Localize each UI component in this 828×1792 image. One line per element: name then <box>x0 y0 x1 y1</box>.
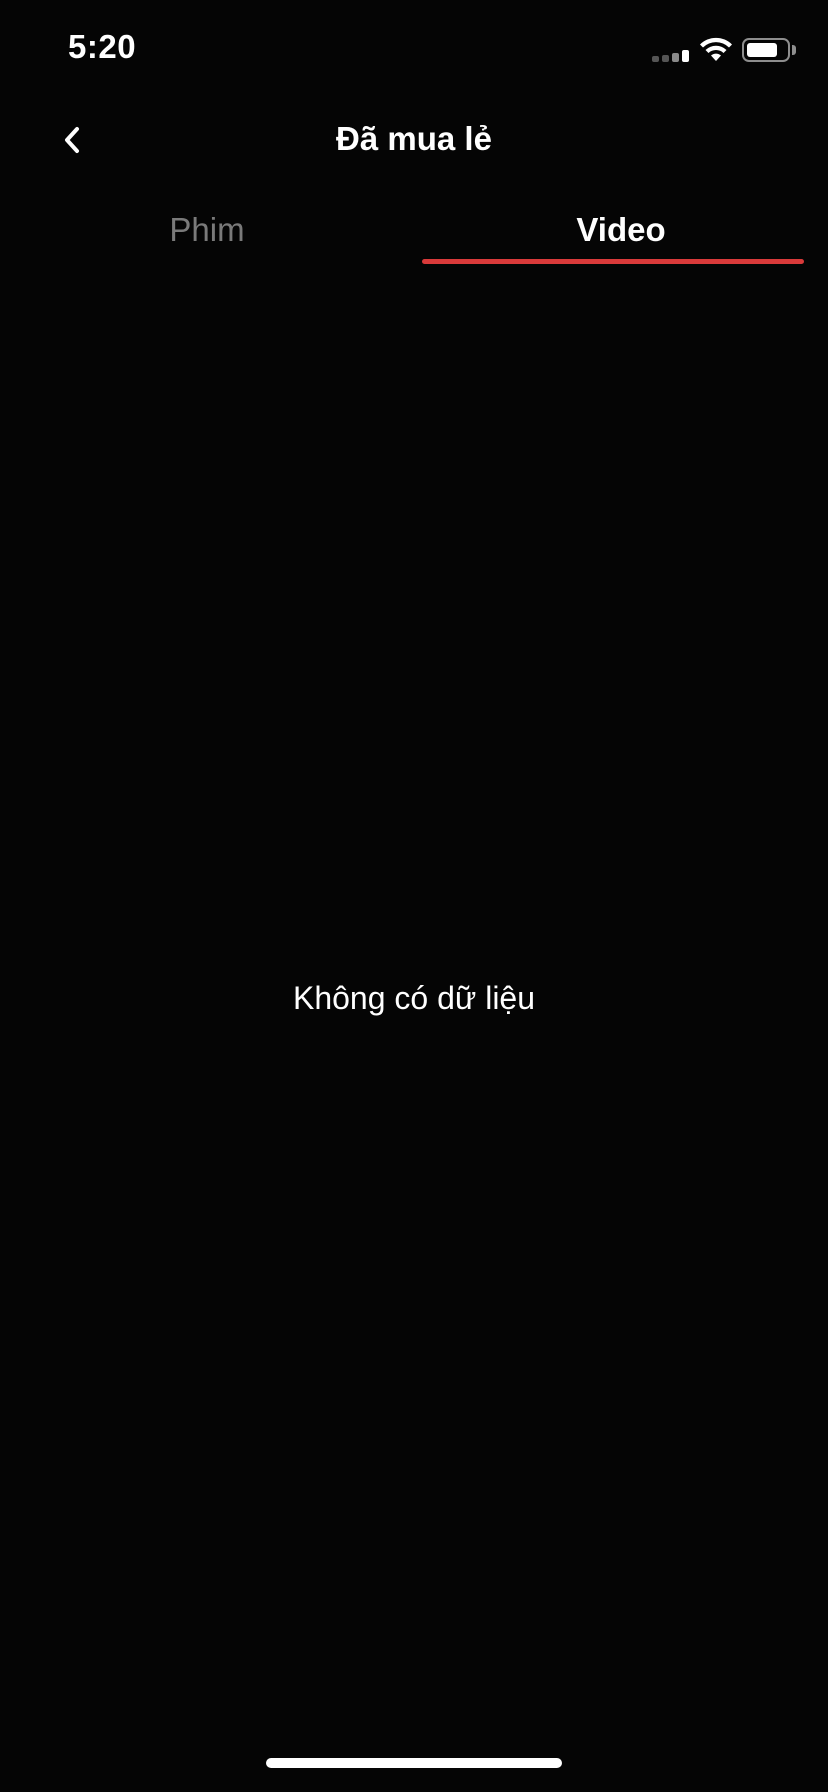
battery-icon <box>742 38 790 62</box>
navigation-bar: Đã mua lẻ <box>0 100 828 180</box>
status-time: 5:20 <box>68 28 137 65</box>
home-indicator[interactable] <box>266 1758 562 1768</box>
tab-video[interactable]: Video <box>414 190 828 270</box>
battery-level <box>747 43 777 57</box>
tab-phim[interactable]: Phim <box>0 190 414 270</box>
status-bar: 5:20 <box>0 0 828 100</box>
cellular-signal-icon <box>652 50 692 62</box>
active-tab-indicator <box>422 259 804 264</box>
page-title: Đã mua lẻ <box>336 120 492 157</box>
wifi-icon <box>700 37 732 61</box>
battery-cap <box>792 45 796 55</box>
tab-bar: Phim Video <box>0 190 828 270</box>
empty-state-message: Không có dữ liệu <box>292 980 536 1016</box>
